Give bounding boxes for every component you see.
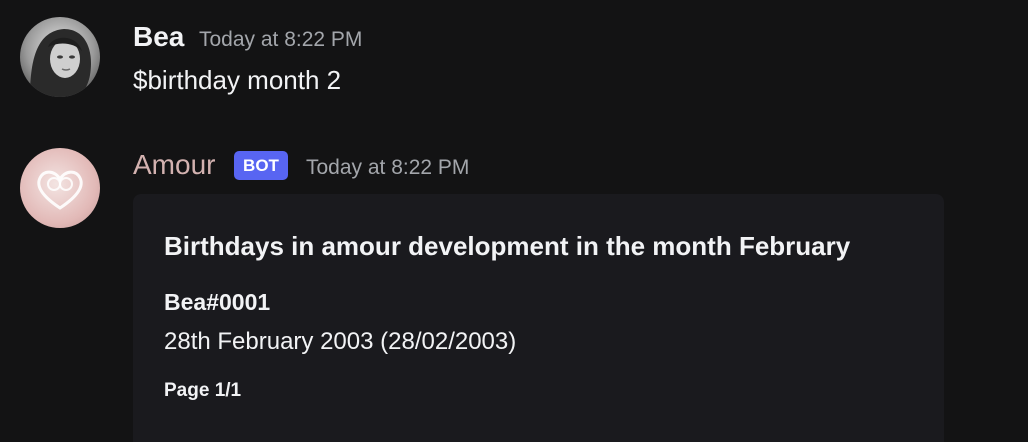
birthday-embed: Birthdays in amour development in the mo…	[133, 194, 944, 442]
avatar-bea[interactable]	[20, 17, 100, 97]
user-avatar-icon	[20, 17, 100, 97]
message-content: $birthday month 2	[133, 65, 342, 95]
chat-screen: Bea Today at 8:22 PM $birthday month 2 A…	[0, 0, 1028, 442]
username-bea[interactable]: Bea	[133, 21, 184, 53]
embed-field-name: Bea#0001	[164, 289, 271, 315]
embed-footer: Page 1/1	[164, 380, 242, 401]
message-timestamp: Today at 8:22 PM	[306, 156, 470, 179]
username-amour[interactable]: Amour	[133, 149, 215, 181]
embed-field-value: 28th February 2003 (28/02/2003)	[164, 328, 517, 355]
bot-badge: BOT	[234, 151, 288, 180]
heart-avatar-icon	[20, 148, 100, 228]
embed-title: Birthdays in amour development in the mo…	[164, 231, 851, 261]
message-timestamp: Today at 8:22 PM	[199, 28, 363, 51]
avatar-amour[interactable]	[20, 148, 100, 228]
